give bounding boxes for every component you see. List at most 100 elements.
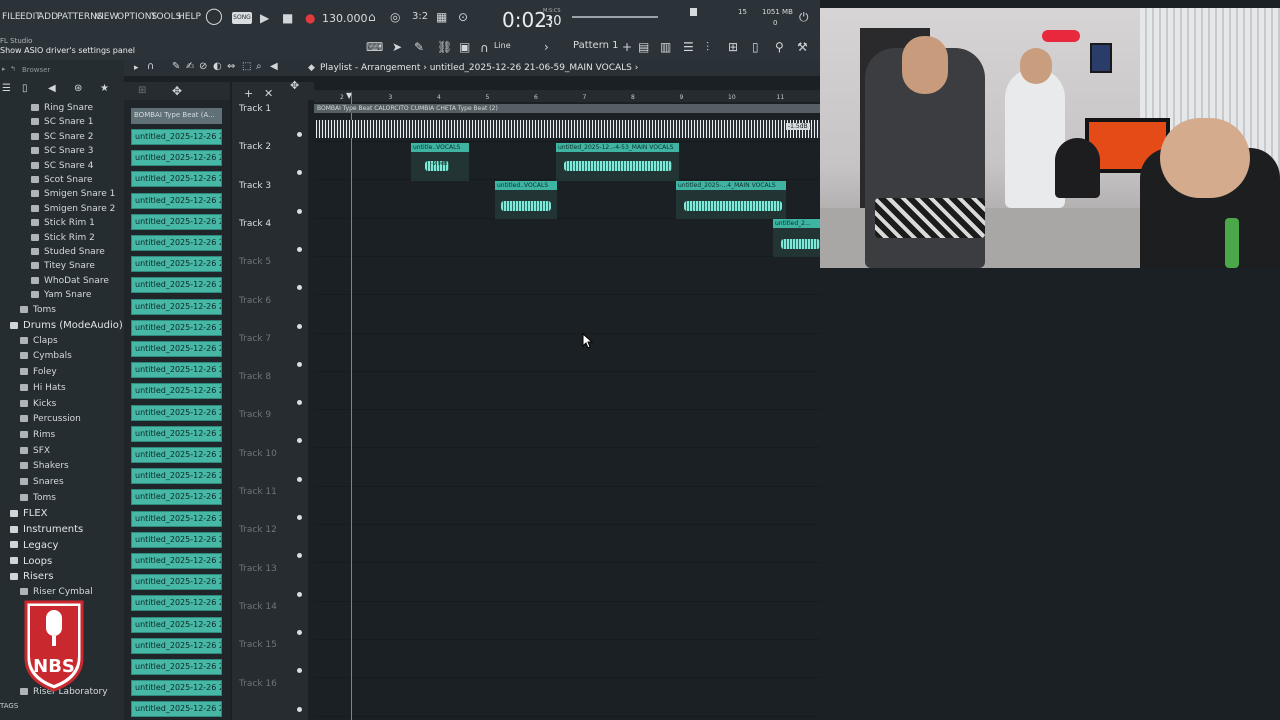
clip-master-beat[interactable]: BOMBAI Type Beat CALORCITO CUMBIA CHETA … <box>314 104 820 113</box>
channel-item[interactable]: untitled_2025-12-26 21-... <box>131 616 222 633</box>
plugin-filter-icon[interactable]: ⊛ <box>74 83 82 95</box>
browser-item[interactable]: Studed Snare <box>31 247 105 257</box>
collapse-icon[interactable]: ☰ <box>2 83 11 95</box>
channel-item[interactable]: untitled_2025-12-26 21-... <box>131 637 222 654</box>
channel-item[interactable]: untitled_2025-12-26 20-... <box>131 510 222 527</box>
channel-item[interactable]: untitled_2025-12-26 20-... <box>131 425 222 442</box>
track-mute-toggle[interactable] <box>297 208 302 214</box>
plugin-picker-icon[interactable]: ▯ <box>752 41 759 53</box>
track-mute-toggle[interactable] <box>297 323 302 329</box>
channel-item[interactable]: untitled_2025-12-26 20-... <box>131 171 222 188</box>
playlist-window-icon[interactable]: ▤ <box>638 41 649 53</box>
browser-item[interactable]: Ring Snare <box>31 103 93 113</box>
browser-item[interactable]: FLEX <box>10 508 48 519</box>
power-icon[interactable]: ⏻ <box>799 11 809 23</box>
menu-tools[interactable]: TOOLS <box>151 12 181 22</box>
move-icon[interactable]: ✥ <box>172 85 182 97</box>
track-mute-toggle[interactable] <box>297 515 302 520</box>
add-track-icon[interactable]: + <box>244 88 253 100</box>
pencil-icon[interactable]: ✎ <box>414 41 424 53</box>
zoom-icon[interactable]: ⌕ <box>256 61 262 73</box>
channel-item[interactable]: untitled_2025-12-26 20-... <box>131 404 222 421</box>
stamp-icon[interactable]: ▣ <box>459 41 470 53</box>
track-label[interactable]: Track 10 <box>239 449 277 459</box>
browser-item[interactable]: Foley <box>20 367 57 377</box>
star-icon[interactable]: ★ <box>100 83 109 95</box>
delete-icon[interactable]: ⊘ <box>199 61 207 73</box>
browser-item[interactable]: SC Snare 4 <box>31 161 93 171</box>
plugin-icon[interactable]: ⚲ <box>775 41 784 53</box>
menu-arrow-icon[interactable]: ▸ <box>134 62 139 74</box>
browser-item[interactable]: Instruments <box>10 524 83 535</box>
clip-main-vocals[interactable]: untitled_2025-...4_MAIN VOCALS <box>676 181 786 219</box>
playback-icon[interactable]: ◀ <box>270 61 278 73</box>
channel-item[interactable]: untitled_2025-12-26 20-... <box>131 383 222 400</box>
loop-record-icon[interactable]: ⊙ <box>458 11 468 23</box>
track-label[interactable]: Track 11 <box>239 487 277 497</box>
track-label[interactable]: Track 2 <box>239 142 271 152</box>
piano-roll-icon[interactable]: ▥ <box>660 41 671 53</box>
move-icon[interactable]: ✥ <box>290 80 299 92</box>
slip-icon[interactable]: ⇔ <box>227 61 235 73</box>
select-icon[interactable]: ⬚ <box>242 61 251 73</box>
play-icon[interactable]: ▶ <box>260 12 269 24</box>
track-mute-toggle[interactable] <box>297 361 302 367</box>
channel-item[interactable]: untitled_2025-12-26 20-... <box>131 298 222 315</box>
mute-icon[interactable]: ◐ <box>213 61 222 73</box>
track-label[interactable]: Track 1 <box>239 104 271 114</box>
browser-tree-icon[interactable]: ⊞ <box>728 41 738 53</box>
track-mute-toggle[interactable] <box>297 246 302 252</box>
browser-item[interactable]: Claps <box>20 336 58 346</box>
magnet-icon[interactable]: ∩ <box>147 61 154 73</box>
browser-item[interactable]: Kicks <box>20 399 56 409</box>
master-volume-slider[interactable] <box>572 16 658 18</box>
channel-item[interactable]: untitled_2025-12-26 20-... <box>131 574 222 591</box>
track-label[interactable]: Track 8 <box>239 372 271 382</box>
channel-item[interactable]: untitled_2025-12-26 20-... <box>131 256 222 273</box>
stop-icon[interactable]: ■ <box>282 12 293 24</box>
browser-item[interactable]: SC Snare 2 <box>31 132 93 142</box>
metronome-icon[interactable]: ⌂ <box>368 11 376 23</box>
track-mute-toggle[interactable] <box>297 476 302 482</box>
clip-master-waveform[interactable] <box>316 120 820 138</box>
channel-item-main[interactable]: BOMBAI Type Beat (A... <box>131 108 222 124</box>
browser-item[interactable]: Legacy <box>10 540 58 551</box>
record-icon[interactable]: ● <box>305 12 315 24</box>
browser-item[interactable]: Titey Snare <box>31 261 95 271</box>
channel-item[interactable]: untitled_2025-12-26 20-... <box>131 531 222 548</box>
channel-item[interactable]: untitled_2025-12-26 20-... <box>131 277 222 294</box>
channel-item[interactable]: untitled_2025-12-26 21-... <box>131 701 222 718</box>
clip-vocal[interactable]: untitled..VOCALS <box>495 181 557 219</box>
browser-item[interactable]: Shakers <box>20 461 69 471</box>
pattern-selector[interactable]: Pattern 1 <box>573 40 619 51</box>
tool-icon[interactable]: ⚒ <box>797 41 808 53</box>
clip-vocal[interactable]: untitle..VOCALS -9.9dB <box>411 143 469 181</box>
channel-item[interactable]: untitled_2025-12-26 20-... <box>131 213 222 230</box>
channel-rack-icon[interactable]: ☰ <box>683 41 694 53</box>
files-icon[interactable]: ▯ <box>22 83 28 95</box>
blend-notes-icon[interactable]: ▦ <box>436 11 447 23</box>
browser-item[interactable]: Yam Snare <box>31 290 91 300</box>
browser-item[interactable]: Loops <box>10 556 52 567</box>
browser-item[interactable]: Smigen Snare 1 <box>31 189 115 199</box>
browser-item[interactable]: Toms <box>20 493 56 503</box>
grid-icon[interactable]: ⊞ <box>138 85 146 97</box>
track-mute-toggle[interactable] <box>297 706 302 712</box>
menu-view[interactable]: VIEW <box>95 12 118 22</box>
wait-input-icon[interactable]: ◎ <box>390 11 400 23</box>
menu-help[interactable]: HELP <box>178 12 201 22</box>
track-mute-toggle[interactable] <box>297 591 302 597</box>
track-label[interactable]: Track 12 <box>239 525 277 535</box>
browser-item[interactable]: Risers <box>10 571 53 582</box>
channel-item[interactable]: untitled_2025-12-26 20-... <box>131 150 222 167</box>
channel-item[interactable]: untitled_2025-12-26 20-... <box>131 362 222 379</box>
song-mode-toggle[interactable]: SONG <box>232 12 252 24</box>
track-label[interactable]: Track 4 <box>239 219 271 229</box>
mixer-icon[interactable]: ⫶ <box>706 41 709 53</box>
track-label[interactable]: Track 3 <box>239 181 271 191</box>
channel-item[interactable]: untitled_2025-12-26 20-... <box>131 468 222 485</box>
link-icon[interactable]: ⛓ <box>437 41 452 53</box>
channel-item[interactable]: untitled_2025-12-26 20-... <box>131 235 222 251</box>
channel-item[interactable]: untitled_2025-12-26 20-... <box>131 319 222 336</box>
browser-item[interactable]: Stick Rim 2 <box>31 233 95 243</box>
